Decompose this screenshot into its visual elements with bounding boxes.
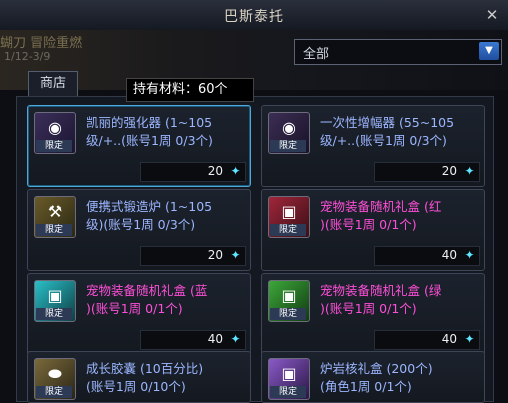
price-bar: 40 ✦ (140, 330, 246, 350)
material-coin-icon: ✦ (464, 248, 475, 262)
material-coin-icon: ✦ (230, 164, 241, 178)
item-name: 宠物装备随机礼盒 (蓝 (86, 283, 208, 298)
price-bar: 20 ✦ (140, 162, 246, 182)
shop-item-card[interactable]: ▣ 限定 炉岩核礼盒 (200个) (角色1周 0/1个) (261, 351, 485, 403)
item-price: 40 (441, 248, 457, 262)
item-name: 宠物装备随机礼盒 (红 (320, 199, 442, 214)
limited-badge: 限定 (270, 308, 306, 320)
item-limit: )(账号1周 0/1个) (86, 301, 183, 316)
material-coin-icon: ✦ (464, 164, 475, 178)
item-name: 成长胶囊 (10百分比) (86, 361, 204, 376)
gift-box-icon: ▣ 限定 (34, 280, 76, 322)
title-bar: 巴斯泰托 ✕ (0, 0, 508, 31)
price-bar: 20 ✦ (140, 246, 246, 266)
item-limit: (角色1周 0/1个) (320, 379, 412, 394)
limited-badge: 限定 (270, 140, 306, 152)
item-price: 40 (441, 332, 457, 346)
item-name: 凯丽的强化器 (1~105 (86, 115, 213, 130)
orb-icon: ◉ 限定 (34, 112, 76, 154)
close-icon[interactable]: ✕ (482, 5, 502, 25)
item-name: 炉岩核礼盒 (200个) (320, 361, 433, 376)
dropdown-selected: 全部 (303, 47, 330, 62)
shop-item-card[interactable]: ◉ 限定 凯丽的强化器 (1~105 级/+..(账号1周 0/3个) 20 ✦ (27, 105, 251, 187)
gift-box-icon: ▣ 限定 (268, 358, 310, 400)
item-limit: )(账号1周 0/1个) (320, 301, 417, 316)
window-title: 巴斯泰托 (224, 9, 284, 25)
item-limit: 级/+..(账号1周 0/3个) (320, 133, 447, 148)
material-coin-icon: ✦ (464, 332, 475, 346)
material-coin-icon: ✦ (230, 248, 241, 262)
item-name: 宠物装备随机礼盒 (绿 (320, 283, 442, 298)
limited-badge: 限定 (36, 386, 72, 398)
price-bar: 20 ✦ (374, 162, 480, 182)
shop-item-card[interactable]: ▣ 限定 宠物装备随机礼盒 (蓝 )(账号1周 0/1个) 40 ✦ (27, 273, 251, 355)
capsule-icon: ⬬ 限定 (34, 358, 76, 400)
price-bar: 40 ✦ (374, 246, 480, 266)
item-price: 20 (207, 248, 223, 262)
limited-badge: 限定 (36, 140, 72, 152)
shop-item-card[interactable]: ⬬ 限定 成长胶囊 (10百分比) (账号1周 0/10个) (27, 351, 251, 403)
item-price: 20 (441, 164, 457, 178)
shop-item-card[interactable]: ⚒ 限定 便携式锻造炉 (1~105 级)(账号1周 0/3个) 20 ✦ (27, 189, 251, 271)
item-name: 一次性增幅器 (55~105 (320, 115, 455, 130)
gift-box-icon: ▣ 限定 (268, 196, 310, 238)
forge-icon: ⚒ 限定 (34, 196, 76, 238)
item-name: 便携式锻造炉 (1~105 (86, 199, 213, 214)
background-event-title: 蝴刀 冒险重燃 (0, 36, 83, 51)
item-price: 20 (207, 164, 223, 178)
item-limit: (账号1周 0/10个) (86, 379, 186, 394)
materials-tooltip: 持有材料：60个 (126, 78, 254, 102)
price-bar: 40 ✦ (374, 330, 480, 350)
item-limit: 级/+..(账号1周 0/3个) (86, 133, 213, 148)
limited-badge: 限定 (36, 224, 72, 236)
item-price: 40 (207, 332, 223, 346)
item-limit: )(账号1周 0/1个) (320, 217, 417, 232)
item-limit: 级)(账号1周 0/3个) (86, 217, 196, 232)
shop-panel: ◉ 限定 凯丽的强化器 (1~105 级/+..(账号1周 0/3个) 20 ✦… (16, 96, 494, 403)
background-event-date: 1/12-3/9 (4, 50, 51, 63)
shop-item-card[interactable]: ◉ 限定 一次性增幅器 (55~105 级/+..(账号1周 0/3个) 20 … (261, 105, 485, 187)
limited-badge: 限定 (270, 386, 306, 398)
shop-item-card[interactable]: ▣ 限定 宠物装备随机礼盒 (红 )(账号1周 0/1个) 40 ✦ (261, 189, 485, 271)
gift-box-icon: ▣ 限定 (268, 280, 310, 322)
tab-shop[interactable]: 商店 (28, 71, 78, 96)
shop-item-card[interactable]: ▣ 限定 宠物装备随机礼盒 (绿 )(账号1周 0/1个) 40 ✦ (261, 273, 485, 355)
chevron-down-icon[interactable]: ▼ (479, 42, 499, 60)
category-dropdown[interactable]: 全部 ▼ (294, 39, 502, 65)
limited-badge: 限定 (36, 308, 72, 320)
orb-icon: ◉ 限定 (268, 112, 310, 154)
material-coin-icon: ✦ (230, 332, 241, 346)
limited-badge: 限定 (270, 224, 306, 236)
